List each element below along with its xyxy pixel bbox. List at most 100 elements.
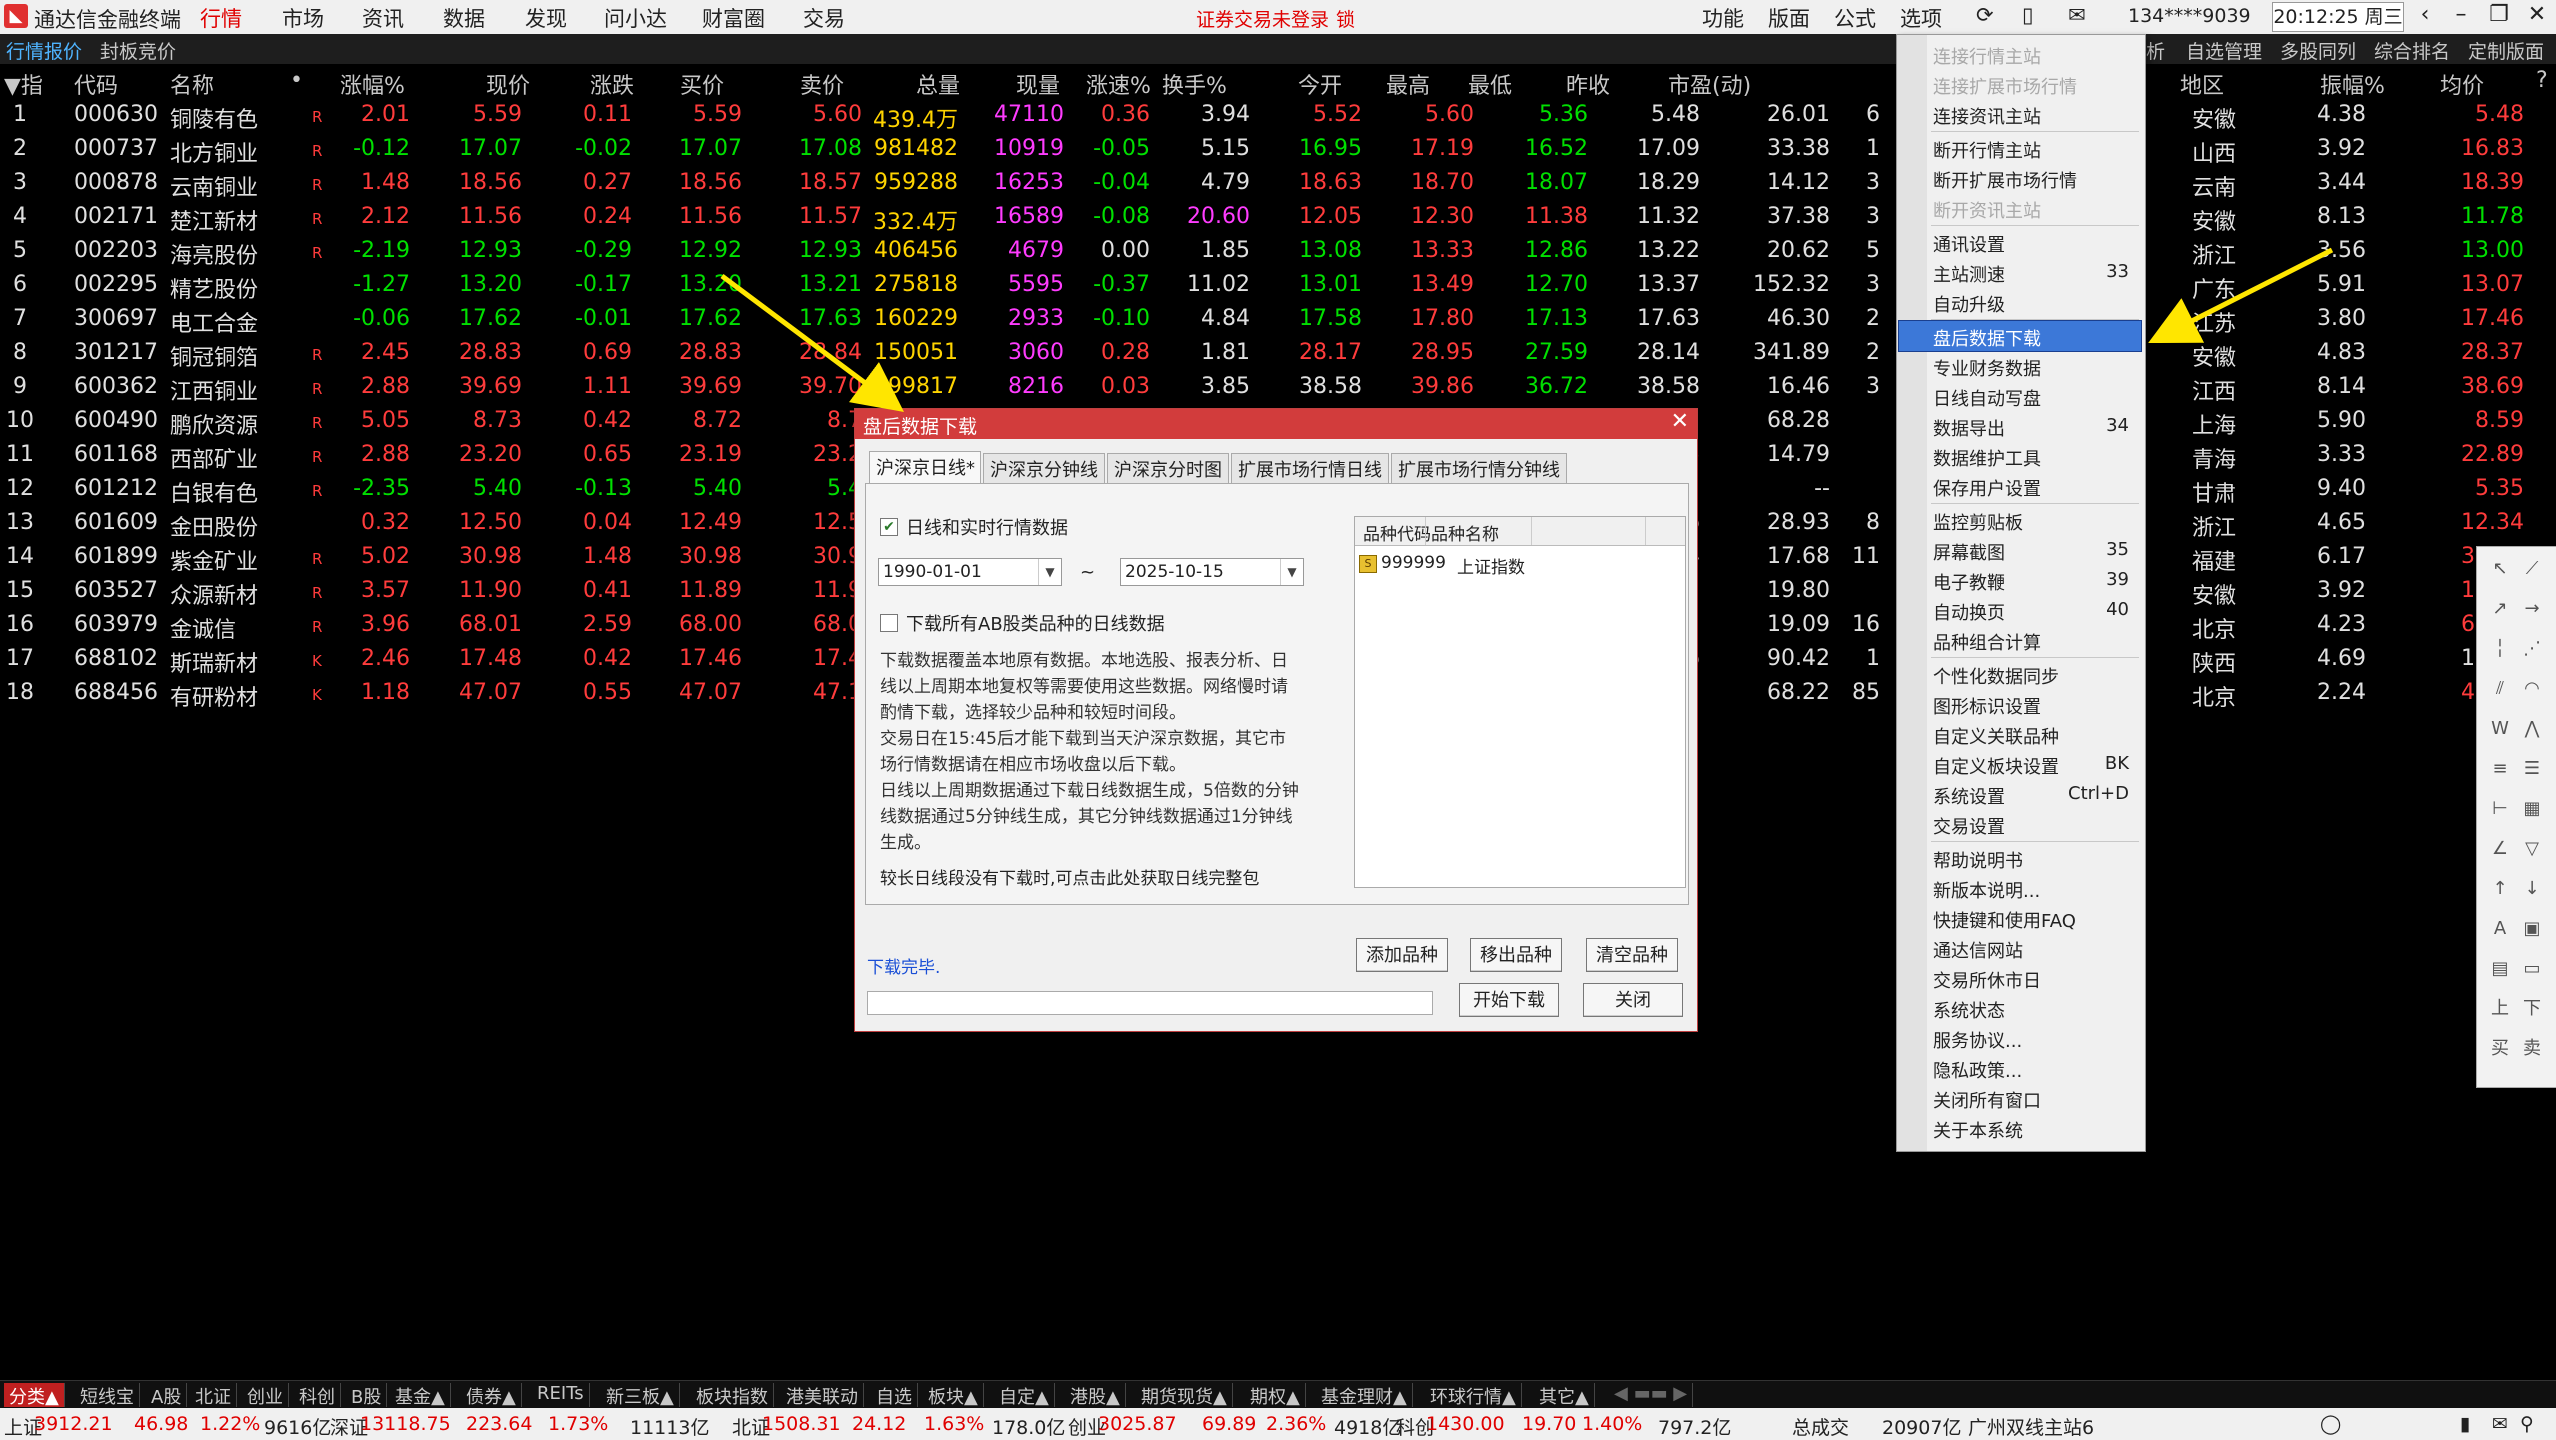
bottom-tab[interactable]: 期权▲ bbox=[1245, 1383, 1306, 1408]
table-row[interactable]: 5 002203 海亮股份 R -2.19 12.93 -0.29 12.92 12.93 406… bbox=[0, 234, 2556, 269]
mail-icon[interactable]: ✉ bbox=[2068, 3, 2086, 27]
menu-item[interactable]: 断开扩展市场行情 bbox=[1933, 163, 2139, 193]
bottom-tab[interactable]: 基金▲ bbox=[390, 1383, 451, 1408]
col-header[interactable]: 现量 bbox=[1016, 68, 1060, 100]
tab-daily-line[interactable]: 沪深京日线* bbox=[869, 451, 981, 483]
menu-item[interactable]: 隐私政策... bbox=[1933, 1053, 2139, 1083]
menu-item[interactable]: 数据导出 34 bbox=[1933, 411, 2139, 441]
menu-item[interactable]: 通达信网站 bbox=[1933, 933, 2139, 963]
cursor-icon[interactable]: ↖ bbox=[2485, 555, 2515, 583]
line-icon[interactable]: ⟋ bbox=[2517, 555, 2547, 583]
fib-icon[interactable]: ≡ bbox=[2485, 755, 2515, 783]
menu-item[interactable]: 帮助说明书 bbox=[1933, 843, 2139, 873]
menu-item[interactable]: 关闭所有窗口 bbox=[1933, 1083, 2139, 1113]
menu-item[interactable]: 自动升级 bbox=[1933, 287, 2139, 317]
bottom-tab[interactable]: 板块▲ bbox=[923, 1383, 984, 1408]
col-header[interactable]: 涨跌 bbox=[590, 68, 634, 100]
wave-icon[interactable]: W bbox=[2485, 715, 2515, 743]
col-header[interactable]: 振幅% bbox=[2320, 68, 2385, 100]
table-row[interactable]: 2 000737 北方铜业 R -0.12 17.07 -0.02 17.07 17.08 981… bbox=[0, 132, 2556, 167]
menu-item[interactable]: 屏幕截图 35 bbox=[1933, 535, 2139, 565]
refresh-icon[interactable]: ⟳ bbox=[1976, 3, 1994, 27]
bottom-tab[interactable]: 自定▲ bbox=[994, 1383, 1055, 1408]
bottom-tab[interactable]: 港美联动 bbox=[781, 1383, 864, 1408]
back-icon[interactable]: ‹ bbox=[2410, 2, 2440, 27]
search-field-icon[interactable]: ◯ bbox=[2320, 1413, 2341, 1435]
down-mark-icon[interactable]: 下 bbox=[2517, 995, 2547, 1023]
menu-item[interactable]: 主站测速 33 bbox=[1933, 257, 2139, 287]
col-header[interactable]: 总量 bbox=[916, 68, 960, 100]
tab-ext-daily[interactable]: 扩展市场行情日线 bbox=[1231, 453, 1389, 483]
menu-item[interactable]: 电子教鞭 39 bbox=[1933, 565, 2139, 595]
menu-wealth[interactable]: 财富圈 bbox=[702, 3, 765, 33]
menu-layout[interactable]: 版面 bbox=[1768, 3, 1810, 33]
bottom-tab[interactable]: 分类▲ bbox=[4, 1383, 65, 1408]
col-header[interactable]: 地区 bbox=[2180, 68, 2224, 100]
menu-item[interactable]: 专业财务数据 bbox=[1933, 351, 2139, 381]
tab-limit-auction[interactable]: 封板竞价 bbox=[100, 37, 176, 64]
menu-item[interactable]: 交易所休市日 bbox=[1933, 963, 2139, 993]
menu-news[interactable]: 资讯 bbox=[362, 3, 404, 33]
text-icon[interactable]: A bbox=[2485, 915, 2515, 943]
down-arrow-icon[interactable]: ↓ bbox=[2517, 875, 2547, 903]
tab-ext-minute[interactable]: 扩展市场行情分钟线 bbox=[1391, 453, 1567, 483]
col-header[interactable]: • bbox=[290, 68, 303, 93]
list-item[interactable]: S 999999 上证指数 bbox=[1359, 551, 1679, 578]
table-row[interactable]: 9 600362 江西铜业 R 2.88 39.69 1.11 39.69 39.70 79981… bbox=[0, 370, 2556, 405]
col-header[interactable]: 昨收 bbox=[1566, 68, 1610, 100]
menu-ask[interactable]: 问小达 bbox=[604, 3, 667, 33]
period-icon[interactable]: ⊢ bbox=[2485, 795, 2515, 823]
dialog-close-icon[interactable]: ✕ bbox=[1671, 409, 1689, 434]
tab-ranking[interactable]: 综合排名 bbox=[2374, 37, 2450, 64]
close-button[interactable]: 关闭 bbox=[1583, 983, 1683, 1017]
chat-icon[interactable]: ✉ bbox=[2492, 1413, 2508, 1435]
table-row[interactable]: 1 000630 铜陵有色 R 2.01 5.59 0.11 5.59 5.60 439.4万 47… bbox=[0, 98, 2556, 133]
bottom-tab[interactable]: 板块指数 bbox=[691, 1383, 774, 1408]
bottom-tab[interactable]: 北证 bbox=[190, 1383, 237, 1408]
menu-item[interactable]: 断开行情主站 bbox=[1933, 133, 2139, 163]
menu-function[interactable]: 功能 bbox=[1702, 3, 1744, 33]
col-header[interactable]: 涨速% bbox=[1086, 68, 1151, 100]
close-icon[interactable]: ✕ bbox=[2522, 2, 2552, 27]
menu-item[interactable]: 品种组合计算 bbox=[1933, 625, 2139, 655]
col-header[interactable]: 市盈(动) bbox=[1668, 68, 1751, 100]
menu-item[interactable]: 服务协议... bbox=[1933, 1023, 2139, 1053]
col-header[interactable]: ▼指 bbox=[4, 68, 43, 100]
lock-icon[interactable]: 锁 bbox=[1336, 5, 1355, 32]
rect-icon[interactable]: ▣ bbox=[2517, 915, 2547, 943]
grid-icon[interactable]: ▦ bbox=[2517, 795, 2547, 823]
bottom-tab[interactable]: A股 bbox=[146, 1383, 188, 1408]
channel-icon[interactable]: ⋰ bbox=[2517, 635, 2547, 663]
note-icon[interactable]: ▤ bbox=[2485, 955, 2515, 983]
col-header[interactable]: 换手% bbox=[1162, 68, 1227, 100]
zigzag-icon[interactable]: ⋀ bbox=[2517, 715, 2547, 743]
date-from-select[interactable]: 1990-01-01 ▼ bbox=[878, 558, 1062, 586]
clear-symbols-button[interactable]: 清空品种 bbox=[1586, 938, 1678, 972]
menu-options[interactable]: 选项 bbox=[1900, 3, 1942, 33]
table-row[interactable]: 3 000878 云南铜业 R 1.48 18.56 0.27 18.56 18.57 95928… bbox=[0, 166, 2556, 201]
parallel-icon[interactable]: ⫽ bbox=[2485, 675, 2515, 703]
menu-item[interactable]: 监控剪贴板 bbox=[1933, 505, 2139, 535]
vline-icon[interactable]: ╎ bbox=[2485, 635, 2515, 663]
menu-item[interactable]: 自定义关联品种 bbox=[1933, 719, 2139, 749]
table-row[interactable]: 4 002171 楚江新材 R 2.12 11.56 0.24 11.56 11.57 332.4… bbox=[0, 200, 2556, 235]
triangle-icon[interactable]: ▽ bbox=[2517, 835, 2547, 863]
up-mark-icon[interactable]: 上 bbox=[2485, 995, 2515, 1023]
tab-timeshare[interactable]: 沪深京分时图 bbox=[1107, 453, 1229, 483]
tab-scroll-icon[interactable]: ◀ ▬▬ ▶ bbox=[1609, 1383, 1694, 1407]
menu-item[interactable]: 盘后数据下载 bbox=[1898, 320, 2142, 352]
ray-icon[interactable]: ↗ bbox=[2485, 595, 2515, 623]
menu-item[interactable]: 系统状态 bbox=[1933, 993, 2139, 1023]
col-header[interactable]: 今开 bbox=[1298, 68, 1342, 100]
col-header[interactable]: 最低 bbox=[1468, 68, 1512, 100]
menu-item[interactable]: 个性化数据同步 bbox=[1933, 659, 2139, 689]
bottom-tab[interactable]: 创业 bbox=[242, 1383, 289, 1408]
all-ab-shares-checkbox[interactable] bbox=[880, 614, 898, 632]
bottom-tab[interactable]: 港股▲ bbox=[1065, 1383, 1126, 1408]
menu-item[interactable]: 新版本说明... bbox=[1933, 873, 2139, 903]
tab-multi-stock[interactable]: 多股同列 bbox=[2280, 37, 2356, 64]
bottom-tab[interactable]: 新三板▲ bbox=[601, 1383, 680, 1408]
col-header[interactable]: 卖价 bbox=[800, 68, 844, 100]
bottom-tab[interactable]: 自选 bbox=[871, 1383, 918, 1408]
tab-custom-layout[interactable]: 定制版面 bbox=[2468, 37, 2544, 64]
